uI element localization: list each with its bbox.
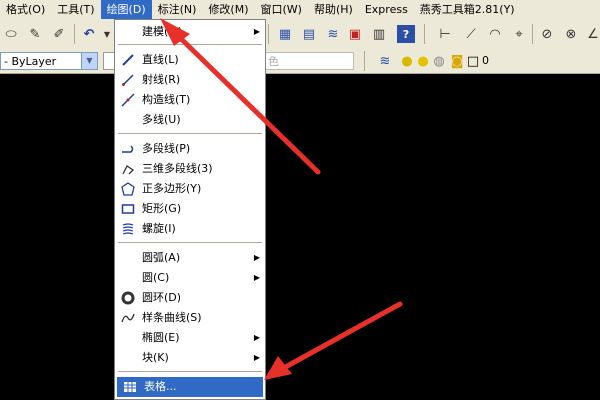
- annotation-arrows: [160, 18, 403, 380]
- annotation-arrow-to-draw-menu: [160, 18, 321, 175]
- annotation-arrow-to-table-item: [264, 301, 403, 380]
